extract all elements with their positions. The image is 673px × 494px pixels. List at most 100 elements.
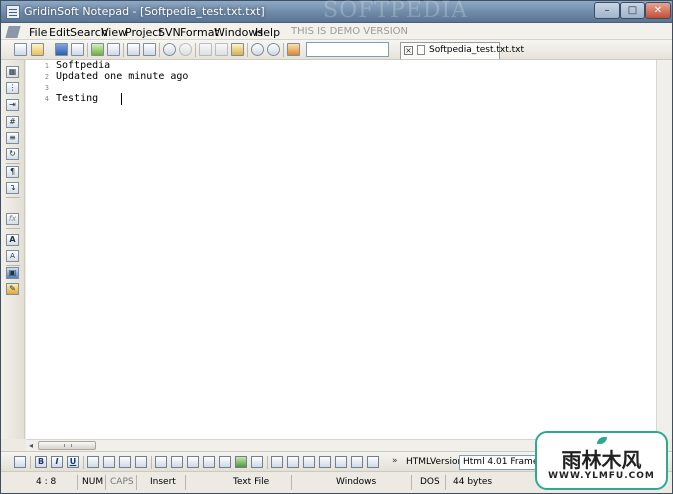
select-box-icon[interactable] xyxy=(351,456,363,468)
undo-icon[interactable] xyxy=(163,43,176,56)
font-grow-icon[interactable]: A xyxy=(6,234,19,246)
toolbar-separator xyxy=(195,43,196,57)
hash-icon[interactable]: # xyxy=(6,116,19,128)
indent-icon[interactable]: ⇥ xyxy=(6,99,19,111)
file-type-indicator[interactable]: Text File xyxy=(233,477,269,487)
line-numbers-icon[interactable]: ⋮ xyxy=(6,82,19,94)
menu-project[interactable]: Project xyxy=(125,26,163,39)
line-ending-indicator[interactable]: DOS xyxy=(420,477,440,487)
toolbar-separator xyxy=(6,265,20,266)
cut-icon[interactable] xyxy=(199,43,212,56)
save-all-icon[interactable] xyxy=(71,43,84,56)
softpedia-watermark: SOFTPEDIA xyxy=(323,0,469,23)
wrap-icon[interactable]: ↻ xyxy=(6,148,19,160)
toolbar-separator xyxy=(159,43,160,57)
redo-icon[interactable] xyxy=(179,43,192,56)
ylmfu-watermark-logo: 雨林木风 WWW.YLMFU.COM xyxy=(535,431,668,490)
image-icon[interactable] xyxy=(235,456,247,468)
form-icon[interactable] xyxy=(303,456,315,468)
bullet-list-icon[interactable] xyxy=(171,456,183,468)
more-tools-icon[interactable]: » xyxy=(392,456,398,466)
jump-icon[interactable]: ↴ xyxy=(6,182,19,194)
insert-table-icon[interactable]: ▦ xyxy=(6,66,19,78)
menu-help[interactable]: Help xyxy=(255,26,280,39)
menu-bar: File Edit Search View Project SVN Format… xyxy=(1,23,672,40)
platform-indicator[interactable]: Windows xyxy=(336,477,376,487)
title-bar: GridinSoft Notepad - [Softpedia_test.txt… xyxy=(1,0,672,23)
link-icon[interactable] xyxy=(219,456,231,468)
status-divider xyxy=(445,475,446,490)
anchor-icon[interactable] xyxy=(203,456,215,468)
menu-format[interactable]: Format xyxy=(180,26,219,39)
code-line[interactable]: Testing xyxy=(56,93,98,104)
menu-file[interactable]: File xyxy=(29,26,47,39)
insert-mode-indicator[interactable]: Insert xyxy=(150,477,176,487)
toolbar-separator xyxy=(87,43,88,57)
code-line[interactable]: Updated one minute ago xyxy=(56,71,188,82)
toolbar-separator xyxy=(6,163,20,164)
html-preview-icon[interactable] xyxy=(14,456,26,468)
status-divider xyxy=(105,475,106,490)
save-icon[interactable] xyxy=(55,43,68,56)
font-icon[interactable] xyxy=(251,456,263,468)
find-replace-icon[interactable] xyxy=(267,43,280,56)
numbered-list-icon[interactable] xyxy=(187,456,199,468)
underline-button[interactable]: U xyxy=(67,456,79,468)
menu-logo-icon xyxy=(5,26,21,38)
function-icon[interactable]: fx xyxy=(6,213,19,225)
outdent-icon[interactable] xyxy=(155,456,167,468)
print-icon[interactable] xyxy=(127,43,140,56)
tab-close-icon[interactable]: × xyxy=(404,46,413,55)
minimize-button[interactable]: – xyxy=(594,2,620,19)
copy-icon[interactable] xyxy=(215,43,228,56)
checkbox-icon[interactable] xyxy=(367,456,379,468)
text-caret xyxy=(121,93,122,105)
italic-button[interactable]: I xyxy=(51,456,63,468)
tab-label: Softpedia_test.txt.txt xyxy=(429,45,525,55)
open-file-icon[interactable] xyxy=(31,43,44,56)
table-icon[interactable] xyxy=(287,456,299,468)
scrollbar-thumb[interactable] xyxy=(38,441,96,450)
maximize-button[interactable]: □ xyxy=(620,2,645,19)
paste-icon[interactable] xyxy=(231,43,244,56)
tab-softpedia-test[interactable]: × Softpedia_test.txt.txt xyxy=(400,42,524,59)
panel-icon[interactable]: ▣ xyxy=(6,267,19,279)
textarea-icon[interactable] xyxy=(335,456,347,468)
text-file-icon xyxy=(417,45,425,55)
horizontal-rule-icon[interactable] xyxy=(271,456,283,468)
new-file-icon[interactable] xyxy=(14,43,27,56)
quick-search-input[interactable] xyxy=(306,42,389,57)
input-field-icon[interactable] xyxy=(319,456,331,468)
align-left-icon[interactable] xyxy=(87,456,99,468)
project-icon[interactable] xyxy=(91,43,104,56)
menu-view[interactable]: View xyxy=(101,26,127,39)
menu-svn[interactable]: SVN xyxy=(158,26,181,39)
comment-icon[interactable]: ≡ xyxy=(6,132,19,144)
print-preview-icon[interactable] xyxy=(143,43,156,56)
align-center-icon[interactable] xyxy=(103,456,115,468)
toolbar-separator xyxy=(283,43,284,57)
line-number-gutter: 1 2 3 4 xyxy=(26,60,53,439)
bold-button[interactable]: B xyxy=(35,456,47,468)
code-line[interactable]: Softpedia xyxy=(56,60,110,71)
menu-edit[interactable]: Edit xyxy=(49,26,70,39)
line-number: 2 xyxy=(44,73,49,81)
app-icon[interactable] xyxy=(6,5,20,19)
html-version-select[interactable]: Html 4.01 Frameset xyxy=(459,455,537,470)
spell-check-icon[interactable] xyxy=(287,43,300,56)
vertical-scrollbar[interactable] xyxy=(656,60,672,439)
find-icon[interactable] xyxy=(251,43,264,56)
close-button[interactable]: ✕ xyxy=(645,2,671,19)
macro-icon[interactable]: ✎ xyxy=(6,283,19,295)
toolbar-separator xyxy=(267,456,268,469)
toolbar-separator xyxy=(123,43,124,57)
align-justify-icon[interactable] xyxy=(135,456,147,468)
text-editor[interactable]: 1 2 3 4 Softpedia Updated one minute ago… xyxy=(26,60,656,439)
font-shrink-icon[interactable]: A xyxy=(6,250,19,262)
align-right-icon[interactable] xyxy=(119,456,131,468)
status-divider xyxy=(411,475,412,490)
toolbar-separator xyxy=(83,456,84,469)
close-file-icon[interactable] xyxy=(107,43,120,56)
pilcrow-icon[interactable]: ¶ xyxy=(6,166,19,178)
scroll-left-icon[interactable]: ◂ xyxy=(29,441,33,450)
